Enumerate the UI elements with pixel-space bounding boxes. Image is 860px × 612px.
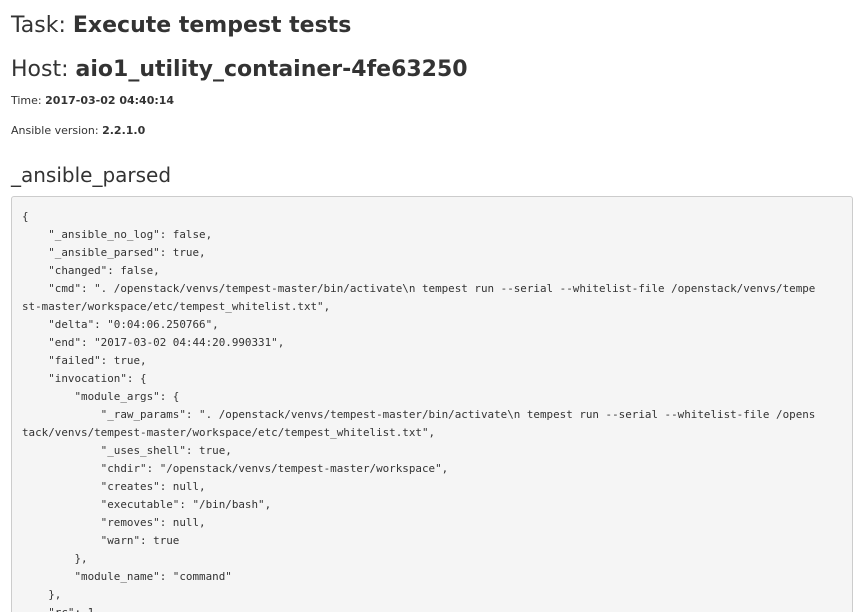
code-line: tack/venvs/tempest-master/workspace/etc/… xyxy=(22,426,436,439)
ansible-version-value: 2.2.1.0 xyxy=(102,124,146,137)
code-line: "executable": "/bin/bash", xyxy=(22,498,272,511)
code-line: "end": "2017-03-02 04:44:20.990331", xyxy=(22,336,285,349)
code-line: "removes": null, xyxy=(22,516,206,529)
ansible-version-line: Ansible version: 2.2.1.0 xyxy=(11,124,145,138)
code-line: "invocation": { xyxy=(22,372,147,385)
code-line: }, xyxy=(22,588,62,601)
task-label: Task: xyxy=(11,13,66,38)
code-line: "delta": "0:04:06.250766", xyxy=(22,318,219,331)
code-line: st-master/workspace/etc/tempest_whitelis… xyxy=(22,300,331,313)
code-line: "chdir": "/openstack/venvs/tempest-maste… xyxy=(22,462,449,475)
code-line: "failed": true, xyxy=(22,354,147,367)
code-line: "_ansible_no_log": false, xyxy=(22,228,213,241)
code-line: "changed": false, xyxy=(22,264,160,277)
report-page: Task: Execute tempest tests Host: aio1_u… xyxy=(0,0,860,612)
host-name: aio1_utility_container-4fe63250 xyxy=(75,57,468,82)
time-value: 2017-03-02 04:40:14 xyxy=(45,94,175,107)
code-line: "_uses_shell": true, xyxy=(22,444,232,457)
code-line: "warn": true xyxy=(22,534,180,547)
code-line: { xyxy=(22,210,29,223)
time-label: Time: xyxy=(11,94,42,107)
code-line: "creates": null, xyxy=(22,480,206,493)
code-line: "module_args": { xyxy=(22,390,180,403)
ansible-version-label: Ansible version: xyxy=(11,124,99,137)
json-output-block[interactable]: { "_ansible_no_log": false, "_ansible_pa… xyxy=(11,196,853,612)
host-label: Host: xyxy=(11,57,69,82)
code-line: }, xyxy=(22,552,88,565)
task-title: Task: Execute tempest tests xyxy=(11,10,351,42)
code-line: "_ansible_parsed": true, xyxy=(22,246,206,259)
task-name: Execute tempest tests xyxy=(72,13,352,38)
host-title: Host: aio1_utility_container-4fe63250 xyxy=(11,54,468,86)
code-line: "module_name": "command" xyxy=(22,570,232,583)
code-line: "cmd": ". /openstack/venvs/tempest-maste… xyxy=(22,282,816,295)
code-line: "rc": 1, xyxy=(22,604,842,612)
section-heading: _ansible_parsed xyxy=(11,163,172,187)
code-line: "_raw_params": ". /openstack/venvs/tempe… xyxy=(22,408,816,421)
time-line: Time: 2017-03-02 04:40:14 xyxy=(11,94,174,108)
